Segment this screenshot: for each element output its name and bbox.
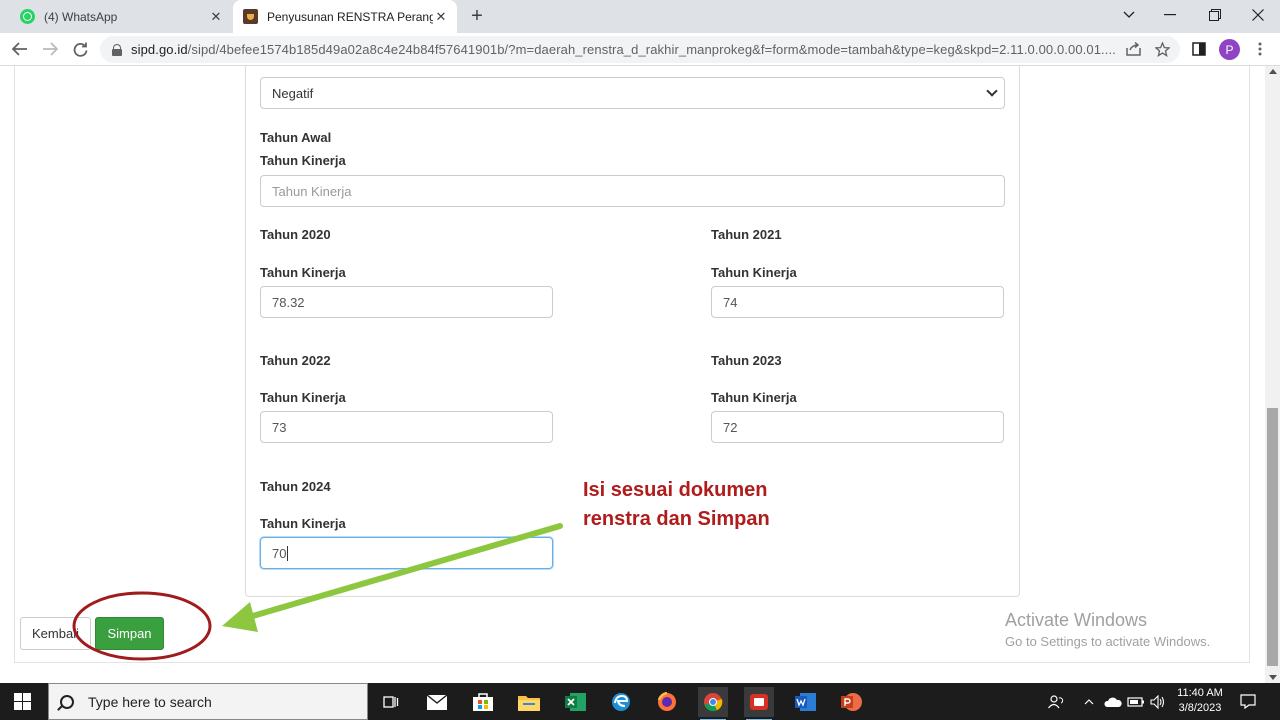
browser-tab-strip: (4) WhatsApp ✕ Penyusunan RENSTRA Perang… [0, 0, 1280, 33]
side-panel-icon[interactable] [1188, 38, 1210, 60]
kinerja-2024-input[interactable]: 70 [260, 537, 553, 569]
onedrive-cloud-icon[interactable] [1104, 683, 1122, 720]
tahun-2022-label: Tahun 2022 [260, 353, 331, 368]
annotation-line-1: Isi sesuai dokumen [583, 479, 768, 501]
restore-icon[interactable] [1193, 0, 1237, 30]
kinerja-2023-input[interactable]: 72 [711, 411, 1004, 443]
tab-renstra[interactable]: Penyusunan RENSTRA Perangkat ✕ [233, 0, 457, 33]
taskbar-search-box[interactable]: Type here to search [48, 683, 368, 720]
tahun-2021-label: Tahun 2021 [711, 227, 782, 242]
scroll-up-arrow-icon[interactable] [1269, 69, 1277, 74]
kebab-menu-icon[interactable] [1249, 38, 1271, 60]
input-value: 70 [272, 545, 287, 561]
share-icon[interactable] [1122, 38, 1144, 60]
notifications-icon[interactable] [1240, 683, 1256, 720]
media-app-icon[interactable] [744, 687, 774, 720]
windows-start-icon[interactable] [14, 693, 31, 710]
text-caret [287, 545, 289, 561]
chrome-icon[interactable] [698, 687, 728, 720]
close-window-icon[interactable] [1236, 0, 1280, 30]
volume-icon[interactable] [1150, 683, 1166, 720]
close-tab-icon[interactable]: ✕ [208, 9, 224, 25]
kinerja-2020-input[interactable]: 78.32 [260, 286, 553, 318]
save-button[interactable]: Simpan [95, 617, 164, 650]
task-view-icon[interactable] [376, 687, 406, 717]
whatsapp-icon [20, 9, 35, 24]
excel-icon[interactable] [560, 687, 590, 717]
reload-icon[interactable] [68, 37, 92, 61]
watermark-subtitle: Go to Settings to activate Windows. [1005, 634, 1211, 649]
word-icon[interactable] [790, 687, 820, 717]
new-tab-button[interactable]: + [466, 5, 488, 27]
bookmark-star-icon[interactable] [1151, 38, 1173, 60]
sipd-icon [243, 9, 258, 24]
annotation-line-2: renstra dan Simpan [583, 508, 770, 530]
kinerja-label: Tahun Kinerja [260, 390, 346, 405]
powerpoint-icon[interactable] [836, 687, 866, 717]
file-explorer-icon[interactable] [514, 687, 544, 717]
tahun-2023-label: Tahun 2023 [711, 353, 782, 368]
tahun-2020-label: Tahun 2020 [260, 227, 331, 242]
scrollbar-thumb[interactable] [1267, 408, 1278, 666]
tab-title: Penyusunan RENSTRA Perangkat [267, 9, 433, 24]
microsoft-store-icon[interactable] [468, 687, 498, 717]
tab-whatsapp[interactable]: (4) WhatsApp ✕ [8, 0, 232, 33]
search-icon [60, 694, 74, 709]
close-tab-icon[interactable]: ✕ [433, 9, 449, 25]
forward-arrow-icon[interactable] [38, 37, 62, 61]
tahun-awal-kinerja-input[interactable]: Tahun Kinerja [260, 175, 1005, 207]
activate-windows-watermark: Activate Windows Go to Settings to activ… [1005, 610, 1210, 649]
windows-taskbar: Type here to search 11:40 AM 3/8/2023 [0, 683, 1280, 720]
kinerja-label: Tahun Kinerja [260, 153, 346, 168]
scroll-down-arrow-icon[interactable] [1269, 675, 1277, 680]
tahun-2024-label: Tahun 2024 [260, 479, 331, 494]
back-button[interactable]: Kembali [20, 617, 91, 650]
chevron-down-icon [986, 85, 998, 97]
kinerja-label: Tahun Kinerja [260, 265, 346, 280]
mail-icon[interactable] [422, 687, 452, 717]
kinerja-label: Tahun Kinerja [711, 390, 797, 405]
tab-search-icon[interactable] [1107, 0, 1151, 30]
taskbar-clock[interactable]: 11:40 AM 3/8/2023 [1170, 686, 1230, 716]
tahun-awal-label: Tahun Awal [260, 130, 332, 145]
lock-icon [112, 43, 122, 56]
browser-toolbar: sipd.go.id/sipd/4befee1574b185d49a02a8c4… [0, 33, 1280, 66]
show-hidden-icons-chevron-icon[interactable] [1084, 683, 1094, 720]
url-text: sipd.go.id/sipd/4befee1574b185d49a02a8c4… [131, 42, 1116, 57]
search-placeholder: Type here to search [88, 693, 212, 710]
back-arrow-icon[interactable] [8, 37, 32, 61]
watermark-title: Activate Windows [1005, 610, 1148, 630]
kinerja-2022-input[interactable]: 73 [260, 411, 553, 443]
clock-time: 11:40 AM [1177, 687, 1223, 699]
kinerja-label: Tahun Kinerja [711, 265, 797, 280]
kinerja-label: Tahun Kinerja [260, 516, 346, 531]
edge-icon[interactable] [606, 687, 636, 717]
firefox-icon[interactable] [652, 687, 682, 717]
select-value: Negatif [272, 85, 314, 101]
tutorial-annotation: Isi sesuai dokumen renstra dan Simpan [583, 476, 843, 534]
address-bar[interactable]: sipd.go.id/sipd/4befee1574b185d49a02a8c4… [100, 36, 1180, 63]
page-viewport: Negatif Tahun Awal Tahun Kinerja Tahun K… [0, 66, 1280, 683]
minimize-icon[interactable] [1148, 0, 1192, 30]
battery-network-icon[interactable] [1127, 683, 1145, 720]
status-indikator-select[interactable]: Negatif [260, 77, 1005, 109]
kinerja-2021-input[interactable]: 74 [711, 286, 1004, 318]
vertical-scrollbar[interactable] [1265, 66, 1280, 683]
clock-date: 3/8/2023 [1178, 702, 1222, 714]
people-icon[interactable] [1048, 683, 1064, 720]
tab-title: (4) WhatsApp [44, 9, 118, 24]
profile-avatar[interactable]: P [1219, 39, 1240, 60]
